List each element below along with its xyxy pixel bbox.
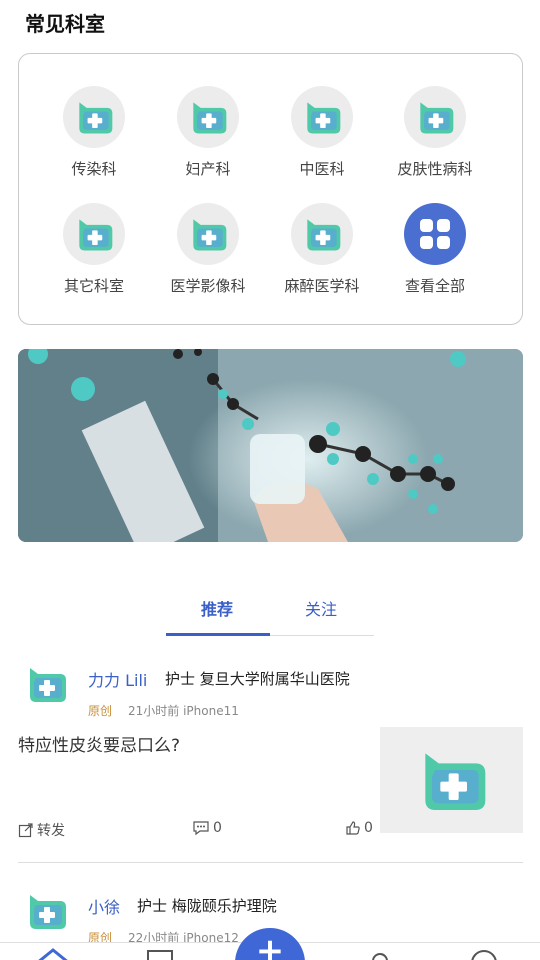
app-logo-icon: [30, 895, 66, 929]
banner-image[interactable]: [18, 349, 523, 542]
tab-active-indicator: [166, 633, 270, 636]
like-button[interactable]: 0: [345, 820, 373, 836]
divider: [18, 862, 523, 863]
department-icon: [291, 203, 353, 265]
banner-illustration: [18, 349, 523, 542]
tab-follow[interactable]: 关注: [305, 596, 337, 620]
department-item[interactable]: 医学影像科: [148, 203, 268, 296]
department-item[interactable]: 其它科室: [34, 203, 154, 296]
department-label: 中医科: [299, 160, 345, 178]
plus-icon: +: [255, 931, 285, 960]
origin-label: 原创: [88, 704, 113, 718]
author-name[interactable]: 小徐: [88, 894, 120, 918]
avatar[interactable]: [22, 660, 70, 708]
post-text[interactable]: 特应性皮炎要忌口么?: [18, 731, 180, 756]
department-icon: [63, 203, 125, 265]
post-time: 21小时前 iPhone11: [128, 704, 239, 718]
department-label: 麻醉医学科: [284, 277, 360, 295]
author-role: 护士 复旦大学附属华山医院: [165, 670, 350, 688]
profile-icon[interactable]: [466, 947, 502, 960]
thumbs-up-icon: [346, 821, 360, 835]
department-label: 传染科: [71, 160, 117, 178]
grid-icon: [404, 203, 466, 265]
comment-count: 0: [213, 820, 222, 836]
department-icon: [177, 203, 239, 265]
home-icon[interactable]: [35, 947, 71, 960]
department-item[interactable]: 妇产科: [148, 86, 268, 179]
department-item[interactable]: 皮肤性病科: [375, 86, 495, 179]
department-label: 皮肤性病科: [397, 160, 473, 178]
department-label: 查看全部: [404, 277, 465, 295]
like-count: 0: [364, 820, 373, 836]
share-label: 转发: [37, 823, 65, 839]
feed-tabs: 推荐 关注: [166, 590, 374, 636]
section-title: 常见科室: [25, 12, 105, 36]
department-icon: [63, 86, 125, 148]
department-item[interactable]: 中医科: [262, 86, 382, 179]
bell-icon[interactable]: [362, 947, 398, 960]
share-button[interactable]: 转发: [18, 820, 65, 840]
app-logo-icon: [30, 668, 66, 702]
share-icon: [18, 823, 33, 838]
department-label: 其它科室: [63, 277, 124, 295]
comment-button[interactable]: 0: [192, 820, 222, 836]
departments-card: 传染科 妇产科 中医科 皮肤性病科其它科室 医学影像科 麻醉医学科 查看全部: [18, 53, 523, 325]
avatar[interactable]: [22, 887, 70, 935]
view-all-departments[interactable]: 查看全部: [375, 203, 495, 296]
author-name[interactable]: 力力 Lili: [88, 667, 147, 691]
department-icon: [404, 86, 466, 148]
app-logo-icon: [424, 753, 485, 810]
comment-icon: [193, 821, 209, 836]
document-icon[interactable]: [142, 947, 178, 960]
department-item[interactable]: 传染科: [34, 86, 154, 179]
department-label: 妇产科: [185, 160, 231, 178]
department-item[interactable]: 麻醉医学科: [262, 203, 382, 296]
author-role: 护士 梅陇颐乐护理院: [137, 897, 277, 915]
add-post-button[interactable]: +: [235, 928, 305, 960]
tab-recommend[interactable]: 推荐: [201, 596, 233, 620]
post-thumbnail[interactable]: [380, 727, 523, 833]
department-icon: [177, 86, 239, 148]
department-label: 医学影像科: [170, 277, 246, 295]
department-icon: [291, 86, 353, 148]
